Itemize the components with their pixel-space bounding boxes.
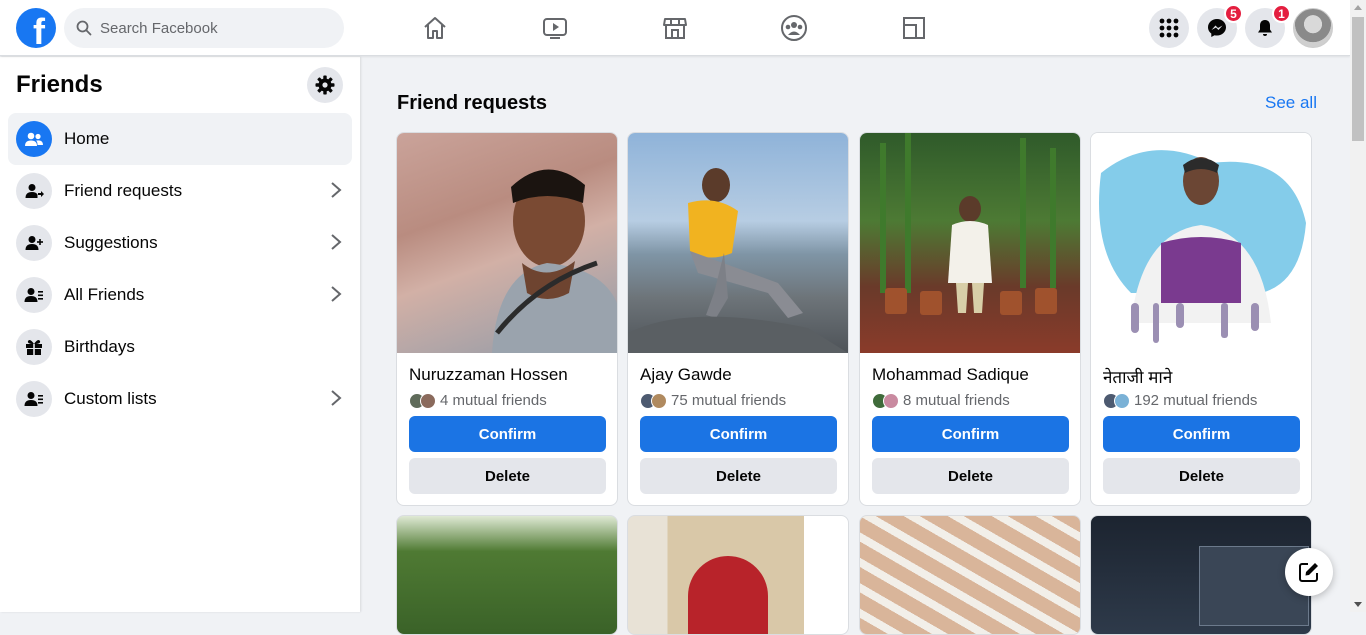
sidebar-item-label: Suggestions [64, 233, 158, 252]
delete-button[interactable]: Delete [872, 458, 1069, 494]
sidebar-item-label: All Friends [64, 285, 145, 304]
scrollbar-thumb[interactable] [1352, 17, 1364, 141]
mutual-friends[interactable]: 192 mutual friends [1103, 392, 1257, 409]
requester-name[interactable]: Ajay Gawde [640, 365, 732, 385]
profile-photo[interactable] [397, 133, 617, 353]
chevron-right-icon [331, 286, 342, 302]
mutual-friends[interactable]: 8 mutual friends [872, 392, 1010, 409]
account-avatar[interactable] [1293, 8, 1333, 48]
groups-nav-icon[interactable] [774, 10, 814, 46]
gift-icon [16, 329, 52, 365]
friend-request-card[interactable]: नेताजी माने 192 mutual friends Confirm D… [1090, 132, 1312, 506]
friends-sidebar: Friends Home Friend requests Suggestions… [0, 57, 360, 612]
see-all-link[interactable]: See all [1265, 93, 1317, 113]
search-box[interactable] [64, 8, 344, 48]
sidebar-item-custom-lists[interactable]: Custom lists [8, 373, 352, 425]
friend-request-card[interactable]: Mohammad Sadique 8 mutual friends Confir… [859, 132, 1081, 506]
messenger-icon [1208, 19, 1226, 37]
mutual-friends[interactable]: 75 mutual friends [640, 392, 786, 409]
profile-photo[interactable] [1091, 133, 1311, 353]
notifications-badge: 1 [1272, 4, 1291, 23]
menu-button[interactable] [1149, 8, 1189, 48]
new-message-button[interactable] [1285, 548, 1333, 596]
delete-button[interactable]: Delete [409, 458, 606, 494]
requester-name[interactable]: नेताजी माने [1103, 365, 1172, 388]
grid-menu-icon [1159, 18, 1179, 38]
mutual-friends-count: 4 mutual friends [440, 392, 547, 409]
top-navigation-bar: f 5 1 [0, 0, 1350, 56]
mutual-friends-count: 75 mutual friends [671, 392, 787, 409]
search-icon [76, 20, 92, 36]
friend-request-card-partial[interactable] [396, 515, 618, 635]
scroll-up-arrow-icon[interactable] [1354, 5, 1362, 10]
settings-button[interactable] [307, 67, 343, 103]
delete-button[interactable]: Delete [1103, 458, 1300, 494]
section-title: Friend requests [397, 92, 548, 114]
page-scrollbar[interactable] [1350, 0, 1366, 612]
delete-button[interactable]: Delete [640, 458, 837, 494]
friend-request-card[interactable]: Ajay Gawde 75 mutual friends Confirm Del… [627, 132, 849, 506]
sidebar-item-all-friends[interactable]: All Friends [8, 269, 352, 321]
friend-request-icon [16, 173, 52, 209]
search-input[interactable] [100, 19, 320, 37]
confirm-button[interactable]: Confirm [1103, 416, 1300, 452]
sidebar-title: Friends [16, 71, 103, 98]
gear-icon [315, 75, 335, 95]
partial-photo-figure [688, 556, 768, 634]
sidebar-item-label: Birthdays [64, 337, 135, 356]
friend-request-card-partial[interactable] [1090, 515, 1312, 635]
messenger-button[interactable]: 5 [1197, 4, 1243, 48]
confirm-button[interactable]: Confirm [409, 416, 606, 452]
friend-request-card-partial[interactable] [627, 515, 849, 635]
mutual-friend-avatar [420, 392, 436, 409]
mutual-friends[interactable]: 4 mutual friends [409, 392, 547, 409]
chevron-right-icon [331, 390, 342, 406]
sidebar-item-suggestions[interactable]: Suggestions [8, 217, 352, 269]
mutual-friends-count: 8 mutual friends [903, 392, 1010, 409]
marketplace-nav-icon[interactable] [655, 10, 695, 46]
custom-list-icon [16, 381, 52, 417]
home-nav-icon[interactable] [415, 10, 455, 46]
friends-icon [16, 121, 52, 157]
confirm-button[interactable]: Confirm [640, 416, 837, 452]
watch-nav-icon[interactable] [535, 10, 575, 46]
mutual-friend-avatar [1114, 392, 1130, 409]
add-friend-icon [16, 225, 52, 261]
sidebar-item-birthdays[interactable]: Birthdays [8, 321, 352, 373]
confirm-button[interactable]: Confirm [872, 416, 1069, 452]
sidebar-item-home[interactable]: Home [8, 113, 352, 165]
requester-name[interactable]: Mohammad Sadique [872, 365, 1029, 385]
chevron-right-icon [331, 182, 342, 198]
messenger-badge: 5 [1224, 4, 1243, 23]
facebook-logo-icon[interactable]: f [16, 8, 56, 48]
profile-photo[interactable] [860, 133, 1080, 353]
friends-list-icon [16, 277, 52, 313]
profile-photo[interactable] [628, 133, 848, 353]
mutual-friends-count: 192 mutual friends [1134, 392, 1258, 409]
sidebar-item-label: Friend requests [64, 181, 183, 200]
sidebar-item-label: Home [64, 129, 110, 148]
compose-icon [1299, 563, 1318, 582]
mutual-friend-avatar [883, 392, 899, 409]
friend-request-card-partial[interactable] [859, 515, 1081, 635]
sidebar-item-label: Custom lists [64, 389, 157, 408]
bell-icon [1258, 20, 1272, 36]
requester-name[interactable]: Nuruzzaman Hossen [409, 365, 568, 385]
scroll-down-arrow-icon[interactable] [1354, 602, 1362, 607]
notifications-button[interactable]: 1 [1245, 4, 1291, 48]
mutual-friend-avatar [651, 392, 667, 409]
gaming-nav-icon[interactable] [894, 10, 934, 46]
chevron-right-icon [331, 234, 342, 250]
sidebar-item-friend-requests[interactable]: Friend requests [8, 165, 352, 217]
brand-letter: f [33, 11, 45, 49]
friend-request-card[interactable]: Nuruzzaman Hossen 4 mutual friends Confi… [396, 132, 618, 506]
